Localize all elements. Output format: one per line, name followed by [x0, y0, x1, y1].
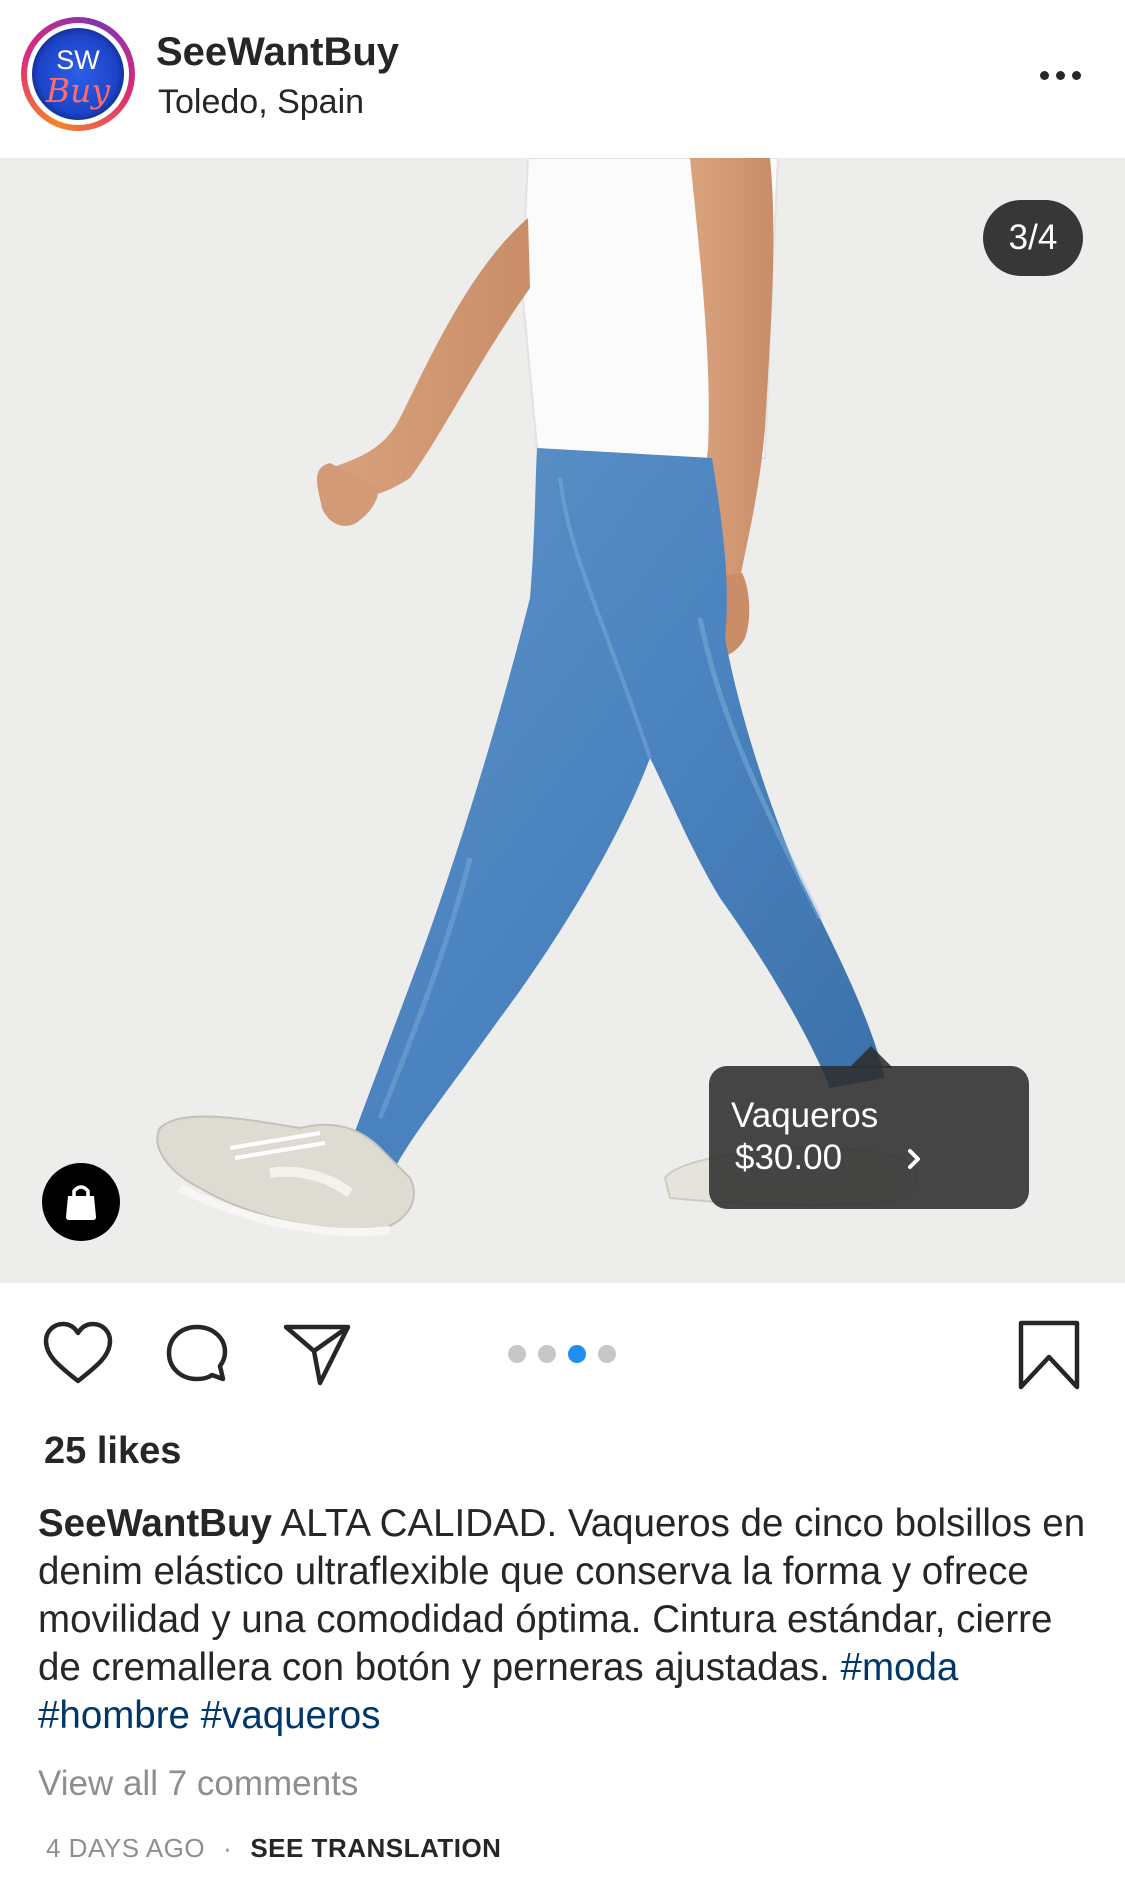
avatar[interactable]: SW Buy: [21, 17, 135, 131]
username[interactable]: SeeWantBuy: [156, 30, 399, 75]
comment-icon[interactable]: [163, 1323, 231, 1391]
product-tag-price: $30.00: [735, 1138, 843, 1177]
carousel-dot: [598, 1345, 616, 1363]
carousel-dot-active: [568, 1345, 586, 1363]
post-caption: SeeWantBuy ALTA CALIDAD. Vaqueros de cin…: [38, 1500, 1088, 1740]
product-tag-name: Vaqueros: [731, 1096, 879, 1135]
see-translation-button[interactable]: SEE TRANSLATION: [250, 1833, 501, 1864]
product-tag-pointer: [849, 1046, 893, 1068]
send-icon[interactable]: [282, 1321, 352, 1389]
heart-icon[interactable]: [42, 1321, 114, 1387]
hashtag-link[interactable]: #moda: [841, 1646, 959, 1689]
timestamp: 4 DAYS AGO: [46, 1833, 206, 1863]
bookmark-icon[interactable]: [1017, 1319, 1081, 1391]
avatar-logo: SW Buy: [32, 28, 124, 120]
more-options-icon[interactable]: [1030, 60, 1090, 90]
post-image[interactable]: 3/4 Vaqueros $30.00: [0, 158, 1125, 1283]
caption-username[interactable]: SeeWantBuy: [38, 1502, 272, 1545]
hashtag-link[interactable]: #hombre: [38, 1694, 190, 1737]
meta-separator: ·: [223, 1833, 233, 1863]
chevron-right-icon: [908, 1149, 920, 1169]
carousel-dot: [508, 1345, 526, 1363]
carousel-dot: [538, 1345, 556, 1363]
location[interactable]: Toledo, Spain: [158, 83, 364, 122]
carousel-indicator: [508, 1345, 616, 1363]
post-meta: 4 DAYS AGO · SEE TRANSLATION: [46, 1833, 501, 1864]
avatar-border: SW Buy: [27, 23, 129, 125]
avatar-text-bottom: Buy: [45, 71, 111, 110]
product-tag[interactable]: Vaqueros $30.00: [709, 1066, 1029, 1209]
likes-count[interactable]: 25 likes: [44, 1430, 181, 1473]
action-bar: [0, 1283, 1125, 1423]
hashtag-link[interactable]: #vaqueros: [201, 1694, 381, 1737]
shopping-bag-icon[interactable]: [42, 1163, 120, 1241]
post-header: SW Buy SeeWantBuy Toledo, Spain: [0, 0, 1125, 157]
carousel-counter: 3/4: [983, 200, 1083, 276]
view-comments-link[interactable]: View all 7 comments: [38, 1764, 358, 1804]
